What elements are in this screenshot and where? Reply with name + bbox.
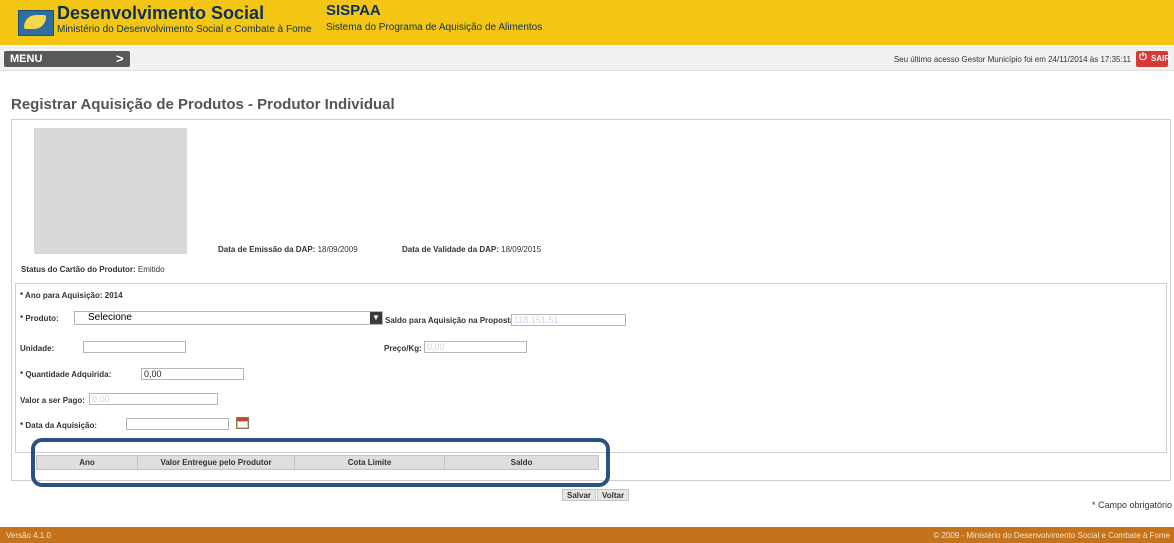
calendar-icon[interactable] bbox=[236, 417, 249, 429]
amount-field bbox=[89, 393, 218, 405]
date-label: * Data da Aquisição: bbox=[20, 421, 98, 430]
brand-title: Desenvolvimento Social bbox=[57, 3, 265, 23]
menu-bar: MENU > Seu último acesso Gestor Municípi… bbox=[0, 45, 1174, 71]
logout-button[interactable]: ⏻ SAIR bbox=[1136, 51, 1171, 67]
copyright-label: © 2009 - Ministério do Desenvolvimento S… bbox=[933, 531, 1170, 540]
logout-label: SAIR bbox=[1151, 54, 1171, 63]
year-label: * Ano para Aquisição: bbox=[20, 291, 103, 300]
page-title: Registrar Aquisição de Produtos - Produt… bbox=[11, 96, 395, 113]
balance-field bbox=[511, 314, 626, 326]
product-label: * Produto: bbox=[20, 314, 59, 323]
unit-field bbox=[83, 341, 186, 353]
quantity-field[interactable] bbox=[141, 368, 244, 380]
highlight-annotation bbox=[31, 438, 610, 487]
amount-label: Valor a ser Pago: bbox=[20, 396, 85, 405]
unit-label: Unidade: bbox=[20, 344, 55, 353]
back-button[interactable]: Voltar bbox=[597, 489, 630, 501]
required-field-note: * Campo obrigatório bbox=[1091, 500, 1172, 510]
chevron-right-icon: > bbox=[116, 51, 124, 66]
price-field bbox=[424, 341, 527, 353]
dap-validity-info: Data de Validade da DAP: 18/09/2015 bbox=[402, 245, 541, 254]
balance-label: Saldo para Aquisição na Proposta: bbox=[385, 316, 518, 325]
card-status-info: Status do Cartão do Produtor: Emitido bbox=[21, 265, 165, 274]
product-selected-value: Selecione bbox=[88, 312, 132, 323]
product-select[interactable]: Selecione ▼ bbox=[74, 311, 383, 325]
power-icon: ⏻ bbox=[1139, 52, 1147, 63]
system-subtitle: Sistema do Programa de Aquisição de Alim… bbox=[326, 22, 543, 33]
app-header: Desenvolvimento Social Ministério do Des… bbox=[0, 0, 1174, 45]
price-label: Preço/Kg: bbox=[384, 344, 422, 353]
quantity-label: * Quantidade Adquirida: bbox=[20, 370, 112, 379]
save-button[interactable]: Salvar bbox=[562, 489, 597, 501]
menu-button[interactable]: MENU > bbox=[4, 51, 130, 67]
brand-subtitle: Ministério do Desenvolvimento Social e C… bbox=[57, 24, 312, 35]
dap-emission-info: Data de Emissão da DAP: 18/09/2009 bbox=[218, 245, 358, 254]
card-status-label: Status do Cartão do Produtor: bbox=[21, 265, 136, 274]
version-label: Versão 4.1.0 bbox=[6, 531, 51, 540]
dap-validity-label: Data de Validade da DAP: bbox=[402, 245, 499, 254]
date-field[interactable] bbox=[126, 418, 229, 430]
year-value: 2014 bbox=[104, 291, 123, 300]
dap-validity-value: 18/09/2015 bbox=[501, 245, 542, 254]
ministry-logo-icon bbox=[18, 10, 54, 36]
menu-label: MENU bbox=[10, 53, 43, 65]
dap-emission-label: Data de Emissão da DAP: bbox=[218, 245, 316, 254]
card-status-value: Emitido bbox=[137, 265, 165, 274]
app-footer: Versão 4.1.0 © 2009 - Ministério do Dese… bbox=[0, 527, 1174, 543]
dropdown-arrow-icon[interactable]: ▼ bbox=[370, 312, 382, 324]
last-access-info: Seu último acesso Gestor Município foi e… bbox=[893, 55, 1131, 64]
system-title: SISPAA bbox=[326, 2, 381, 19]
producer-photo bbox=[34, 128, 187, 254]
year-field: * Ano para Aquisição: 2014 bbox=[20, 291, 123, 300]
dap-emission-value: 18/09/2009 bbox=[317, 245, 358, 254]
